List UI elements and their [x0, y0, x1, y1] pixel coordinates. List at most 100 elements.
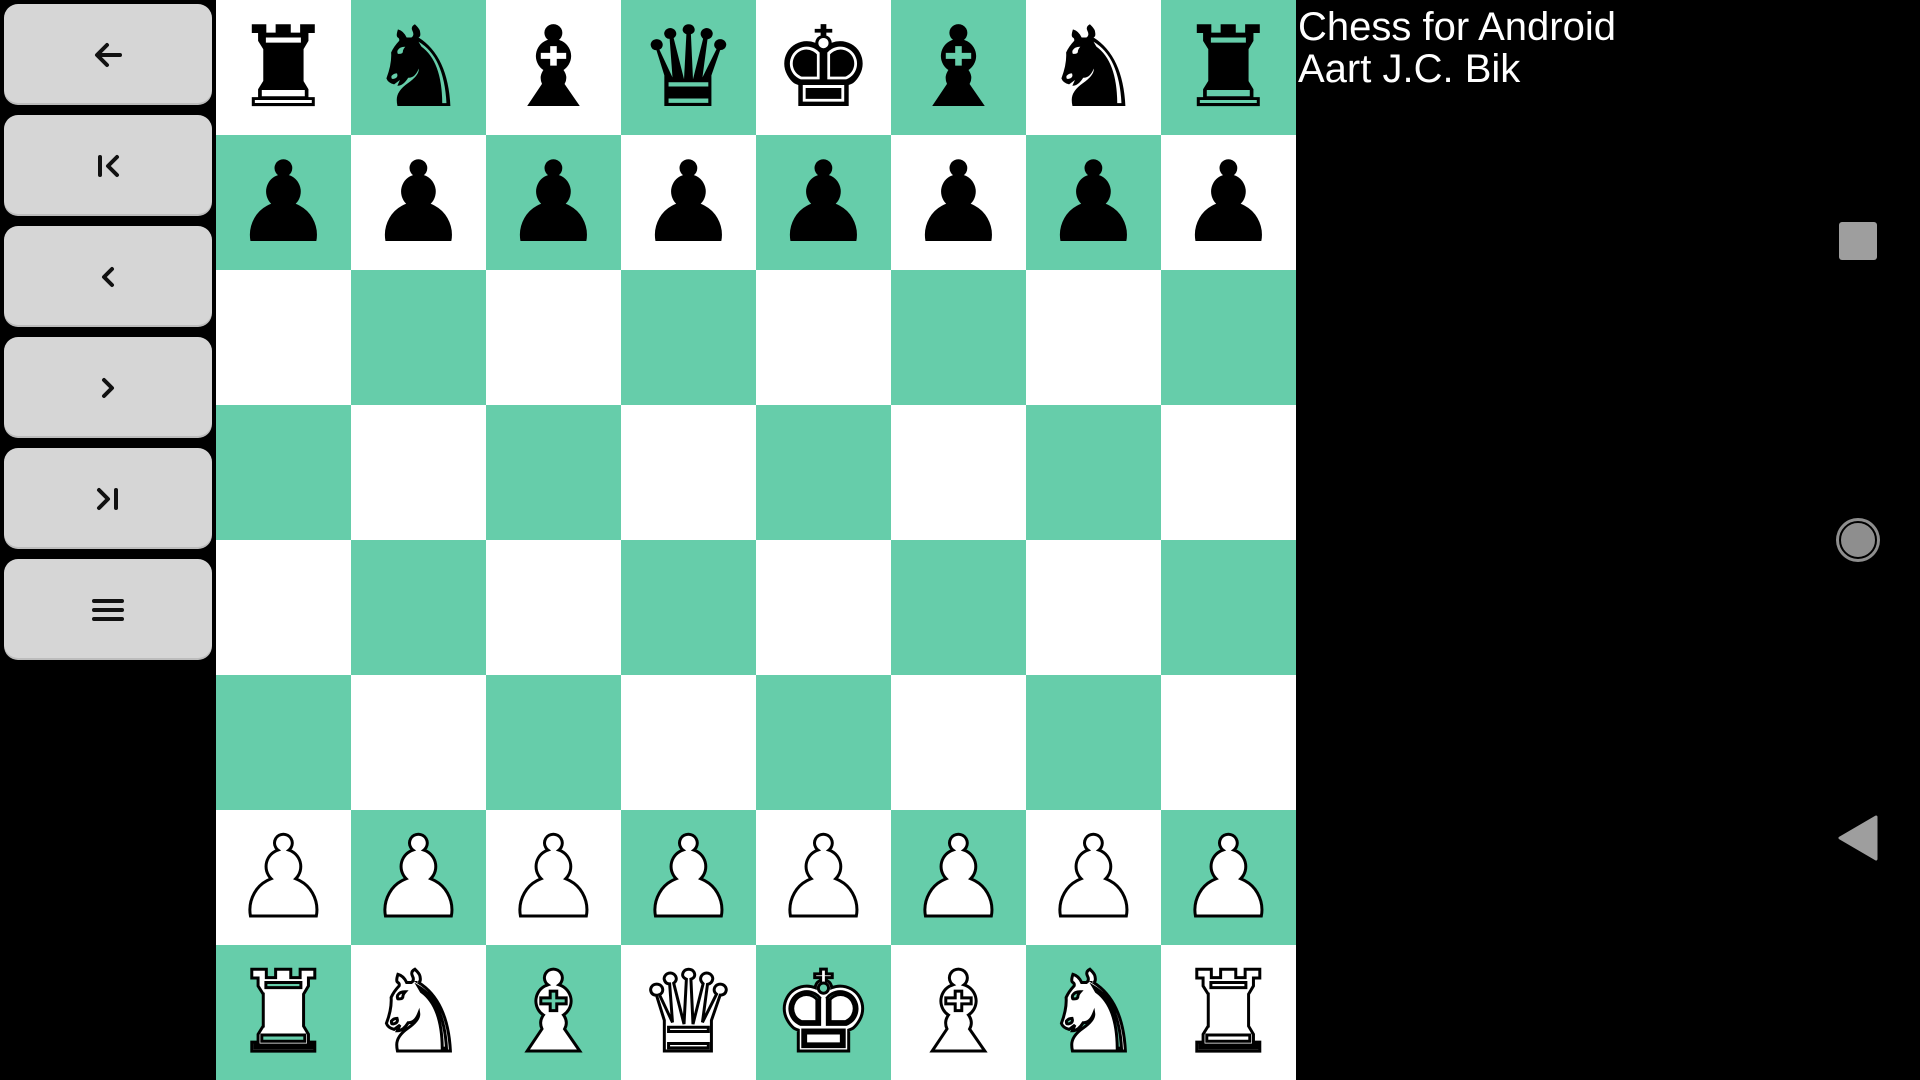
black-pawn-h7[interactable]: ♟	[1178, 147, 1278, 259]
square-a5[interactable]	[216, 405, 351, 540]
black-queen-d8[interactable]: ♛	[638, 12, 738, 124]
square-e8[interactable]: ♚	[756, 0, 891, 135]
square-g5[interactable]	[1026, 405, 1161, 540]
square-d2[interactable]: ♟	[621, 810, 756, 945]
square-d8[interactable]: ♛	[621, 0, 756, 135]
square-a3[interactable]	[216, 675, 351, 810]
white-pawn-b2[interactable]: ♟	[367, 820, 470, 935]
home-button[interactable]	[1830, 512, 1886, 568]
square-c1[interactable]: ♝	[486, 945, 621, 1080]
black-pawn-g7[interactable]: ♟	[1043, 147, 1143, 259]
black-knight-b8[interactable]: ♞	[368, 12, 468, 124]
square-c7[interactable]: ♟	[486, 135, 621, 270]
square-h1[interactable]: ♜	[1161, 945, 1296, 1080]
black-knight-g8[interactable]: ♞	[1043, 12, 1143, 124]
square-g8[interactable]: ♞	[1026, 0, 1161, 135]
square-d4[interactable]	[621, 540, 756, 675]
square-a4[interactable]	[216, 540, 351, 675]
square-e2[interactable]: ♟	[756, 810, 891, 945]
white-queen-d1[interactable]: ♛	[637, 955, 740, 1070]
square-f8[interactable]: ♝	[891, 0, 1026, 135]
black-pawn-a7[interactable]: ♟	[233, 147, 333, 259]
white-knight-g1[interactable]: ♞	[1042, 955, 1145, 1070]
square-c5[interactable]	[486, 405, 621, 540]
square-f3[interactable]	[891, 675, 1026, 810]
white-king-e1[interactable]: ♚	[772, 955, 875, 1070]
white-rook-a1[interactable]: ♜	[232, 955, 335, 1070]
square-g7[interactable]: ♟	[1026, 135, 1161, 270]
square-g1[interactable]: ♞	[1026, 945, 1161, 1080]
square-d3[interactable]	[621, 675, 756, 810]
square-f2[interactable]: ♟	[891, 810, 1026, 945]
white-pawn-f2[interactable]: ♟	[907, 820, 1010, 935]
white-pawn-c2[interactable]: ♟	[502, 820, 605, 935]
previous-move-button[interactable]	[4, 226, 212, 327]
square-e5[interactable]	[756, 405, 891, 540]
square-b3[interactable]	[351, 675, 486, 810]
square-b2[interactable]: ♟	[351, 810, 486, 945]
first-move-button[interactable]	[4, 115, 212, 216]
white-pawn-g2[interactable]: ♟	[1042, 820, 1145, 935]
black-pawn-b7[interactable]: ♟	[368, 147, 468, 259]
square-f7[interactable]: ♟	[891, 135, 1026, 270]
white-bishop-f1[interactable]: ♝	[907, 955, 1010, 1070]
square-c8[interactable]: ♝	[486, 0, 621, 135]
black-bishop-c8[interactable]: ♝	[503, 12, 603, 124]
square-a2[interactable]: ♟	[216, 810, 351, 945]
square-e4[interactable]	[756, 540, 891, 675]
square-b5[interactable]	[351, 405, 486, 540]
recent-apps-button[interactable]	[1830, 213, 1886, 269]
square-b1[interactable]: ♞	[351, 945, 486, 1080]
square-f5[interactable]	[891, 405, 1026, 540]
square-e3[interactable]	[756, 675, 891, 810]
square-a1[interactable]: ♜	[216, 945, 351, 1080]
black-pawn-d7[interactable]: ♟	[638, 147, 738, 259]
square-h4[interactable]	[1161, 540, 1296, 675]
square-h7[interactable]: ♟	[1161, 135, 1296, 270]
black-bishop-f8[interactable]: ♝	[908, 12, 1008, 124]
square-f1[interactable]: ♝	[891, 945, 1026, 1080]
square-f4[interactable]	[891, 540, 1026, 675]
square-f6[interactable]	[891, 270, 1026, 405]
square-h2[interactable]: ♟	[1161, 810, 1296, 945]
square-a7[interactable]: ♟	[216, 135, 351, 270]
white-pawn-a2[interactable]: ♟	[232, 820, 335, 935]
square-c2[interactable]: ♟	[486, 810, 621, 945]
square-c6[interactable]	[486, 270, 621, 405]
square-g4[interactable]	[1026, 540, 1161, 675]
square-d6[interactable]	[621, 270, 756, 405]
black-king-e8[interactable]: ♚	[773, 12, 873, 124]
black-rook-h8[interactable]: ♜	[1178, 12, 1278, 124]
square-e1[interactable]: ♚	[756, 945, 891, 1080]
white-pawn-d2[interactable]: ♟	[637, 820, 740, 935]
square-d5[interactable]	[621, 405, 756, 540]
black-pawn-f7[interactable]: ♟	[908, 147, 1008, 259]
square-b6[interactable]	[351, 270, 486, 405]
black-pawn-c7[interactable]: ♟	[503, 147, 603, 259]
square-a6[interactable]	[216, 270, 351, 405]
white-rook-h1[interactable]: ♜	[1177, 955, 1280, 1070]
square-h5[interactable]	[1161, 405, 1296, 540]
square-a8[interactable]: ♜	[216, 0, 351, 135]
black-pawn-e7[interactable]: ♟	[773, 147, 873, 259]
next-move-button[interactable]	[4, 337, 212, 438]
square-b7[interactable]: ♟	[351, 135, 486, 270]
square-d1[interactable]: ♛	[621, 945, 756, 1080]
square-d7[interactable]: ♟	[621, 135, 756, 270]
white-pawn-e2[interactable]: ♟	[772, 820, 875, 935]
black-rook-a8[interactable]: ♜	[233, 12, 333, 124]
square-h3[interactable]	[1161, 675, 1296, 810]
white-pawn-h2[interactable]: ♟	[1177, 820, 1280, 935]
square-g6[interactable]	[1026, 270, 1161, 405]
white-knight-b1[interactable]: ♞	[367, 955, 470, 1070]
square-c4[interactable]	[486, 540, 621, 675]
square-g3[interactable]	[1026, 675, 1161, 810]
square-h6[interactable]	[1161, 270, 1296, 405]
square-h8[interactable]: ♜	[1161, 0, 1296, 135]
menu-button[interactable]	[4, 559, 212, 660]
square-b8[interactable]: ♞	[351, 0, 486, 135]
last-move-button[interactable]	[4, 448, 212, 549]
square-b4[interactable]	[351, 540, 486, 675]
system-back-button[interactable]	[1830, 810, 1886, 866]
white-bishop-c1[interactable]: ♝	[502, 955, 605, 1070]
